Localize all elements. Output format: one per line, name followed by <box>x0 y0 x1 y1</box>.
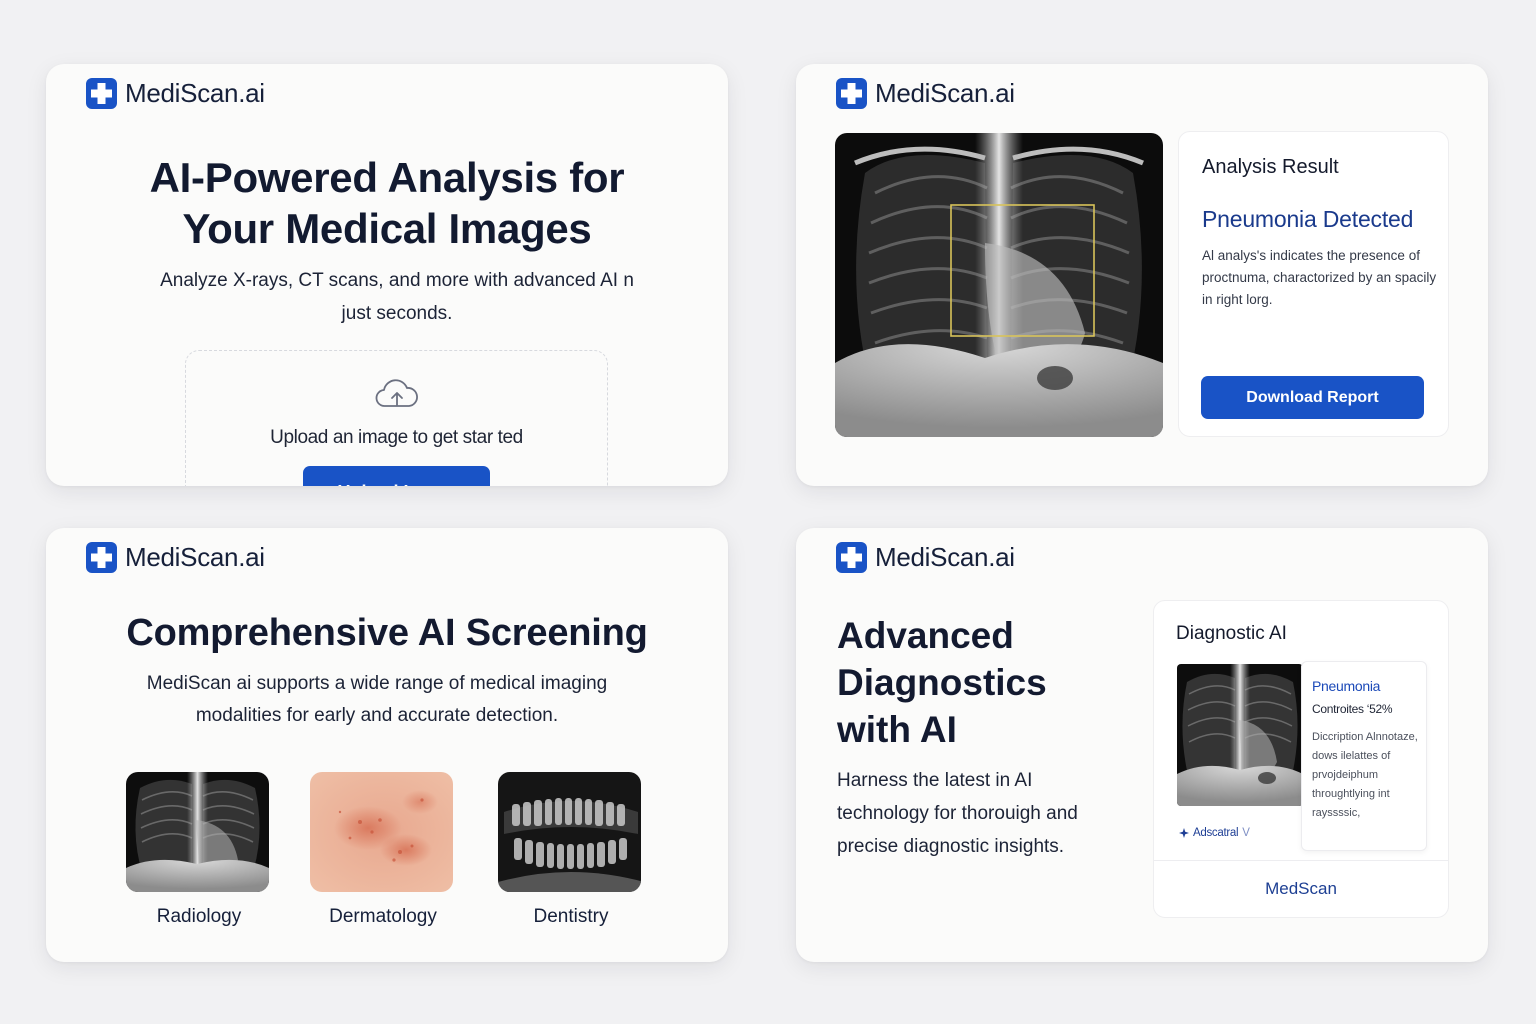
upload-card: MediScan.ai AI-Powered Analysis for Your… <box>46 64 728 486</box>
upload-dropzone[interactable]: Upload an image to get star ted Upload I… <box>185 350 608 486</box>
panel-footer-brand: MedScan <box>1265 879 1337 898</box>
result-summary-card: Pneumonia Controites ‘52% Diccription Al… <box>1301 661 1427 851</box>
result-panel: Analysis Result Pneumonia Detected Al an… <box>1178 131 1449 437</box>
medical-cross-icon <box>86 542 117 573</box>
screening-card: MediScan.ai Comprehensive AI Screening M… <box>46 528 728 962</box>
modality-label: Dermatology <box>329 906 437 927</box>
sparkle-icon <box>1179 828 1189 838</box>
diagnostics-card: MediScan.ai Advanced Diagnostics with AI… <box>796 528 1488 962</box>
badge-label: Adscatral <box>1193 827 1239 839</box>
result-heading: Analysis Result <box>1202 156 1339 178</box>
brand-logo[interactable]: MediScan.ai <box>86 542 265 573</box>
modality-dermatology[interactable]: Dermatology <box>310 772 456 928</box>
confidence-label: Controites ‘52% <box>1312 702 1393 716</box>
result-title: Pneumonia <box>1312 678 1381 694</box>
diagnostic-preview-panel: Diagnostic AI Pneumonia Controites ‘52% … <box>1153 600 1449 918</box>
hero-title: AI-Powered Analysis for Your Medical Ima… <box>149 154 625 252</box>
ai-badge[interactable]: Adscatral V <box>1179 827 1250 839</box>
upload-image-button[interactable]: Upload Image <box>303 466 490 486</box>
download-report-button[interactable]: Download Report <box>1201 376 1424 419</box>
medical-cross-icon <box>836 78 867 109</box>
modality-dentistry[interactable]: Dentistry <box>498 772 644 928</box>
brand-name: MediScan.ai <box>875 78 1015 108</box>
modality-label: Dentistry <box>533 906 609 927</box>
diagnostics-subtitle: Harness the latest in AI technology for … <box>837 770 1078 857</box>
hero-subtitle: Analyze X-rays, CT scans, and more with … <box>160 270 634 324</box>
analysis-card: MediScan.ai Analysis Result Pneumonia De… <box>796 64 1488 486</box>
modality-label: Radiology <box>156 906 242 927</box>
badge-suffix: V <box>1242 827 1250 839</box>
section-subtitle: MediScan ai supports a wide range of med… <box>146 673 608 726</box>
medical-cross-icon <box>836 542 867 573</box>
cloud-upload-icon <box>375 379 418 407</box>
brand-name: MediScan.ai <box>125 542 265 572</box>
radiology-thumbnail <box>126 772 269 892</box>
upload-prompt: Upload an image to get star ted <box>270 427 523 448</box>
finding-label: Pneumonia Detected <box>1202 206 1414 232</box>
modality-radiology[interactable]: Radiology <box>126 772 272 928</box>
dermatology-thumbnail <box>310 772 453 892</box>
diagnostics-title: Advanced Diagnostics with AI <box>837 615 1047 750</box>
finding-description: Al analys's indicates the presence of pr… <box>1202 248 1437 307</box>
brand-name: MediScan.ai <box>125 78 265 108</box>
section-title: Comprehensive AI Screening <box>126 612 648 654</box>
dentistry-thumbnail <box>498 772 641 892</box>
result-description: Diccription Alnnotaze, dows ilelattes of… <box>1312 731 1418 819</box>
brand-logo[interactable]: MediScan.ai <box>86 78 265 109</box>
chest-xray-image <box>835 133 1163 437</box>
brand-logo[interactable]: MediScan.ai <box>836 542 1015 573</box>
medical-cross-icon <box>86 78 117 109</box>
panel-heading: Diagnostic AI <box>1176 623 1287 644</box>
brand-name: MediScan.ai <box>875 542 1015 572</box>
preview-xray-image <box>1177 664 1303 806</box>
divider <box>1154 860 1448 861</box>
brand-logo[interactable]: MediScan.ai <box>836 78 1015 109</box>
